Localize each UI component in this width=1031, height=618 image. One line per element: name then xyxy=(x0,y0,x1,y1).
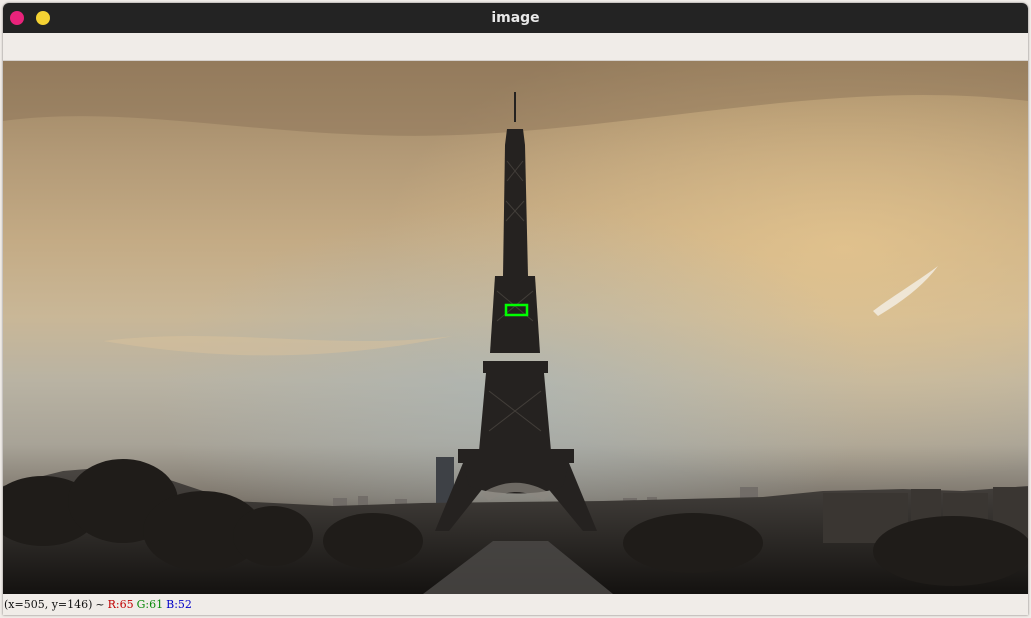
pixel-red-value: R:65 xyxy=(107,598,134,611)
image-canvas[interactable] xyxy=(3,61,1028,594)
eiffel-tower-photo xyxy=(3,61,1028,594)
title-bar[interactable]: image xyxy=(3,3,1028,33)
pixel-blue-value: B:52 xyxy=(166,598,192,611)
cursor-coordinates: (x=505, y=146) xyxy=(4,598,93,611)
status-bar: (x=505, y=146) ~ R:65 G:61 B:52 xyxy=(3,594,1028,615)
status-separator: ~ xyxy=(95,598,105,611)
pixel-green-value: G:61 xyxy=(136,598,164,611)
image-window: image (x=505, y=146) ~ R:65 G:61 B:52 xyxy=(3,3,1028,615)
window-title: image xyxy=(491,10,540,26)
toolbar xyxy=(3,33,1028,61)
